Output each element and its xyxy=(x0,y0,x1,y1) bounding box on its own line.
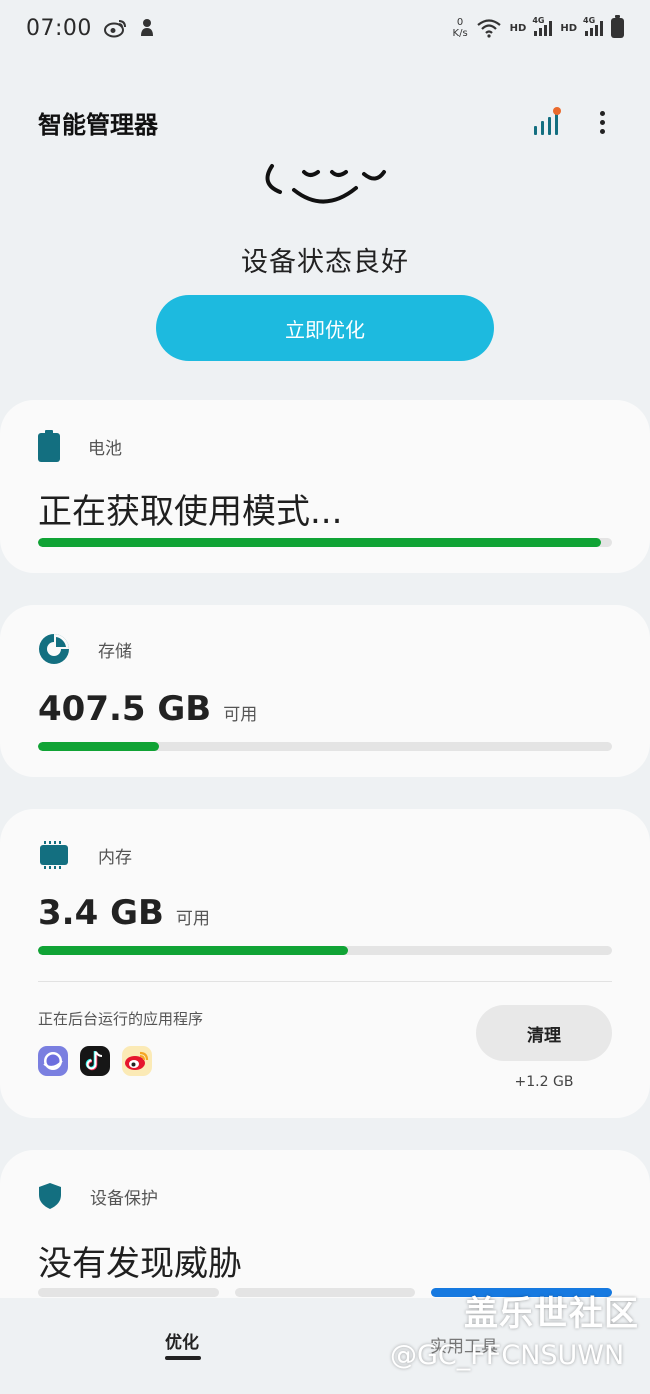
hd-label-1: HD xyxy=(509,22,527,34)
battery-card[interactable]: 电池 正在获取使用模式... xyxy=(0,400,650,573)
memory-progress-bar xyxy=(38,946,612,955)
optimize-now-button[interactable]: 立即优化 xyxy=(156,295,494,361)
battery-icon xyxy=(38,430,60,462)
signal-2-icon: 4G xyxy=(583,16,603,36)
memory-unit: 可用 xyxy=(175,909,210,929)
battery-label: 电池 xyxy=(88,438,122,459)
memory-label: 内存 xyxy=(98,847,132,868)
weibo-notification-icon xyxy=(103,20,126,38)
protection-label: 设备保护 xyxy=(90,1188,158,1209)
device-status-text: 设备状态良好 xyxy=(241,247,409,278)
download-notification-icon xyxy=(140,19,153,36)
more-options-icon[interactable] xyxy=(592,107,612,137)
memory-progress-fill xyxy=(38,946,348,955)
watermark-user: @GC_FFCNSUWN xyxy=(390,1340,625,1371)
battery-progress-bar xyxy=(38,538,612,547)
watermark-title: 盖乐世社区 xyxy=(464,1294,639,1334)
net-speed: 0 K/s xyxy=(453,17,468,39)
storage-progress-bar xyxy=(38,742,612,751)
hero-section: 设备状态良好 立即优化 xyxy=(0,154,650,394)
storage-value: 407.5 GB xyxy=(38,689,212,729)
memory-card-header: 内存 xyxy=(38,841,132,869)
storage-pie-icon xyxy=(39,634,69,664)
net-speed-unit: K/s xyxy=(452,28,468,39)
memory-freed-amount: +1.2 GB xyxy=(514,1074,574,1090)
signal-1-icon: 4G xyxy=(532,16,553,36)
background-app-icons xyxy=(38,1046,152,1076)
tiktok-icon xyxy=(80,1046,110,1076)
protection-status-text: 没有发现威胁 xyxy=(38,1244,242,1284)
smiley-face-icon xyxy=(265,164,386,204)
hd-label-2: HD xyxy=(560,22,577,34)
storage-card-header: 存储 xyxy=(38,633,132,665)
status-bar: 07:00 0 K/s HD 4G HD 4G xyxy=(0,0,650,56)
battery-progress-fill xyxy=(38,538,601,547)
memory-divider xyxy=(38,981,612,982)
app-actions xyxy=(532,107,612,137)
memory-chip-icon xyxy=(40,841,68,869)
weibo-icon xyxy=(122,1046,152,1076)
app-bar: 智能管理器 xyxy=(0,90,650,154)
memory-value: 3.4 GB xyxy=(38,893,164,933)
notification-icons xyxy=(103,18,156,38)
net-speed-value: 0 xyxy=(456,17,464,28)
network-type-2: 4G xyxy=(583,16,596,25)
protection-segment xyxy=(234,1288,416,1297)
memory-value-row: 3.4 GB 可用 xyxy=(38,893,210,933)
memory-card[interactable]: 内存 3.4 GB 可用 正在后台运行的应用程序 清理 +1.2 GB xyxy=(0,809,650,1118)
wifi-icon xyxy=(476,19,501,38)
protection-card-header: 设备保护 xyxy=(38,1182,158,1210)
battery-icon xyxy=(611,15,624,38)
protection-segment xyxy=(38,1288,219,1297)
samsung-internet-icon xyxy=(38,1046,68,1076)
shield-icon xyxy=(39,1183,61,1209)
storage-label: 存储 xyxy=(98,641,132,662)
active-tab-indicator xyxy=(165,1356,201,1360)
storage-progress-fill xyxy=(38,742,159,751)
status-right: 0 K/s HD 4G HD 4G xyxy=(453,15,624,39)
storage-value-row: 407.5 GB 可用 xyxy=(38,689,257,729)
network-type-1: 4G xyxy=(532,16,545,25)
storage-unit: 可用 xyxy=(223,705,258,725)
battery-card-header: 电池 xyxy=(38,430,122,462)
status-time: 07:00 xyxy=(26,15,92,41)
report-chart-icon[interactable] xyxy=(532,107,562,137)
tab-optimize[interactable]: 优化 xyxy=(165,1328,199,1353)
clean-memory-button[interactable]: 清理 xyxy=(476,1005,612,1061)
storage-card[interactable]: 存储 407.5 GB 可用 xyxy=(0,605,650,777)
background-apps-label: 正在后台运行的应用程序 xyxy=(38,1010,204,1028)
page-title: 智能管理器 xyxy=(38,110,158,139)
battery-status-text: 正在获取使用模式... xyxy=(38,492,343,532)
